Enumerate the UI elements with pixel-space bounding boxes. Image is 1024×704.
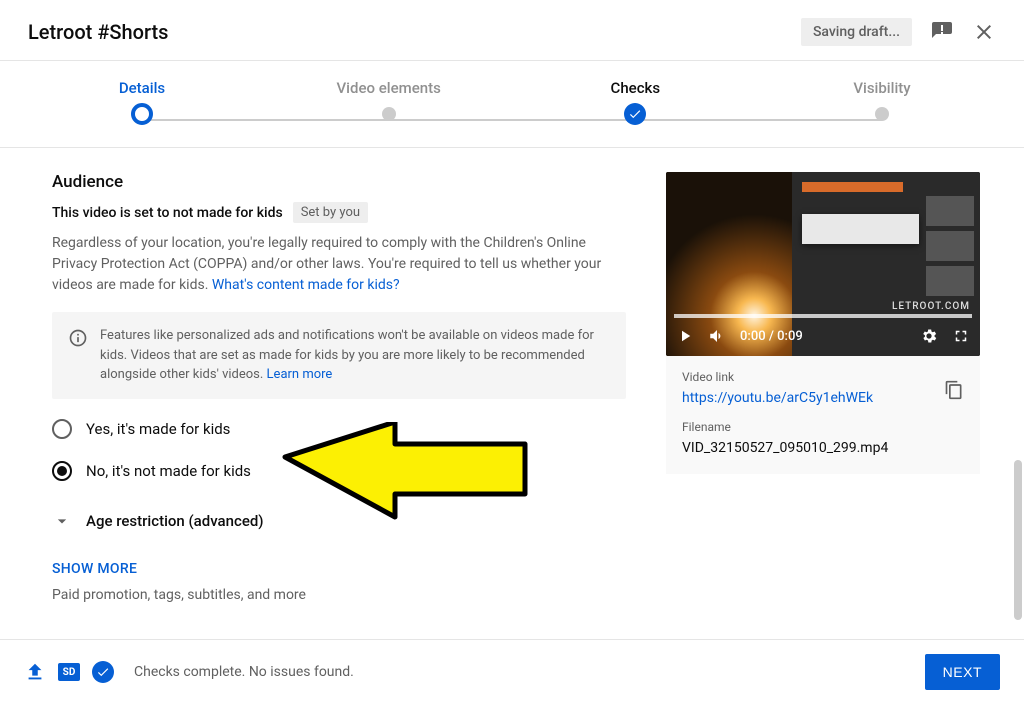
settings-icon[interactable] — [920, 327, 938, 345]
volume-icon[interactable] — [708, 327, 726, 345]
step-checks[interactable]: Checks — [575, 79, 695, 125]
show-more-button[interactable]: SHOW MORE — [52, 561, 626, 577]
audience-info-box: Features like personalized ads and notif… — [52, 312, 626, 399]
chevron-down-icon — [52, 511, 72, 531]
made-for-kids-help-link[interactable]: What's content made for kids? — [212, 277, 400, 293]
upload-icon[interactable] — [24, 661, 46, 683]
filename-label: Filename — [682, 420, 964, 434]
feedback-icon[interactable] — [930, 20, 954, 44]
close-icon[interactable] — [972, 20, 996, 44]
footer-bar: SD Checks complete. No issues found. NEX… — [0, 639, 1024, 704]
copy-icon[interactable] — [944, 380, 964, 400]
radio-label: No, it's not made for kids — [86, 462, 251, 480]
audience-legal-text: Regardless of your location, you're lega… — [52, 233, 626, 296]
info-icon — [68, 328, 88, 348]
set-by-badge: Set by you — [293, 202, 368, 223]
learn-more-link[interactable]: Learn more — [267, 367, 333, 382]
show-more-subtitle: Paid promotion, tags, subtitles, and mor… — [52, 587, 626, 603]
step-visibility[interactable]: Visibility — [822, 79, 942, 125]
radio-made-for-kids-no[interactable]: No, it's not made for kids — [52, 461, 626, 481]
scrollbar[interactable] — [1014, 460, 1022, 620]
radio-icon — [52, 461, 72, 481]
age-restriction-toggle[interactable]: Age restriction (advanced) — [52, 511, 626, 531]
sd-badge[interactable]: SD — [58, 663, 80, 681]
step-video-elements[interactable]: Video elements — [329, 79, 449, 125]
saving-draft-badge: Saving draft... — [801, 18, 912, 46]
stepper: Details Video elements Checks Visibility — [0, 61, 1024, 148]
video-link[interactable]: https://youtu.be/arC5y1ehWEk — [682, 390, 964, 406]
radio-label: Yes, it's made for kids — [86, 420, 230, 438]
footer-status: Checks complete. No issues found. — [134, 664, 354, 680]
filename-value: VID_32150527_095010_299.mp4 — [682, 440, 964, 456]
fullscreen-icon[interactable] — [952, 327, 970, 345]
dialog-header: Letroot #Shorts Saving draft... — [0, 0, 1024, 61]
video-time: 0:00 / 0:09 — [740, 329, 803, 344]
video-preview[interactable]: LETROOT.COM 0:00 / 0:09 — [666, 172, 980, 356]
page-title: Letroot #Shorts — [28, 20, 168, 44]
radio-made-for-kids-yes[interactable]: Yes, it's made for kids — [52, 419, 626, 439]
video-link-label: Video link — [682, 370, 964, 384]
step-details[interactable]: Details — [82, 79, 202, 125]
audience-status: This video is set to not made for kids — [52, 205, 283, 221]
play-icon[interactable] — [676, 327, 694, 345]
audience-heading: Audience — [52, 172, 626, 192]
next-button[interactable]: NEXT — [925, 654, 1000, 690]
checks-complete-icon[interactable] — [92, 661, 114, 683]
video-watermark: LETROOT.COM — [892, 301, 970, 312]
radio-icon — [52, 419, 72, 439]
